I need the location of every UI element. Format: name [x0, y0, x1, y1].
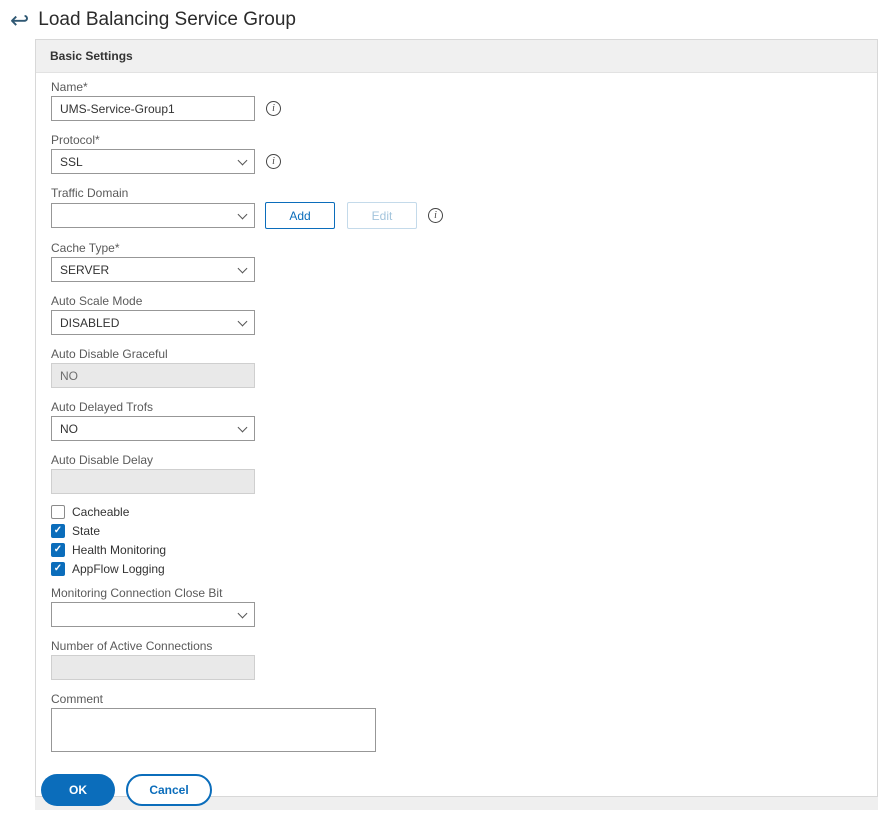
chevron-down-icon [237, 316, 248, 326]
state-checkbox[interactable]: ✓ [51, 524, 65, 538]
appflow-logging-checkbox-row: ✓ AppFlow Logging [51, 562, 877, 576]
appflow-logging-checkbox[interactable]: ✓ [51, 562, 65, 576]
chevron-down-icon [237, 155, 248, 165]
cacheable-checkbox-row: ✓ Cacheable [51, 505, 877, 519]
health-monitoring-checkbox-label: Health Monitoring [72, 543, 167, 557]
health-monitoring-checkbox-row: ✓ Health Monitoring [51, 543, 877, 557]
name-label: Name* [51, 80, 88, 94]
monitoring-connection-close-bit-select[interactable] [51, 602, 255, 627]
auto-disable-delay-input [51, 469, 255, 494]
back-arrow-icon[interactable]: ↩ [10, 9, 29, 32]
check-icon: ✓ [53, 563, 63, 574]
chevron-down-icon [237, 608, 248, 618]
auto-disable-graceful-input [51, 363, 255, 388]
cancel-button[interactable]: Cancel [126, 774, 212, 806]
auto-scale-mode-field-group: Auto Scale Mode DISABLED [51, 294, 877, 335]
check-icon: ✓ [53, 544, 63, 555]
edit-button: Edit [347, 202, 417, 229]
auto-scale-mode-label: Auto Scale Mode [51, 294, 143, 308]
number-of-active-connections-field-group: Number of Active Connections [51, 639, 877, 680]
health-monitoring-checkbox[interactable]: ✓ [51, 543, 65, 557]
auto-scale-mode-select-value: DISABLED [60, 315, 120, 330]
panel-header: Basic Settings [36, 40, 877, 73]
cache-type-field-group: Cache Type* SERVER [51, 241, 877, 282]
chevron-down-icon [237, 422, 248, 432]
auto-disable-delay-field-group: Auto Disable Delay [51, 453, 877, 494]
info-icon[interactable]: i [266, 101, 281, 116]
traffic-domain-label: Traffic Domain [51, 186, 129, 200]
auto-delayed-trofs-field-group: Auto Delayed Trofs NO [51, 400, 877, 441]
auto-disable-graceful-label: Auto Disable Graceful [51, 347, 168, 361]
chevron-down-icon [237, 263, 248, 273]
traffic-domain-field-group: Traffic Domain Add Edit i [51, 186, 877, 229]
cache-type-label: Cache Type* [51, 241, 120, 255]
add-button[interactable]: Add [265, 202, 335, 229]
cacheable-checkbox-label: Cacheable [72, 505, 130, 519]
comment-textarea[interactable] [51, 708, 376, 752]
ok-button[interactable]: OK [41, 774, 115, 806]
page-title: Load Balancing Service Group [38, 9, 296, 30]
auto-delayed-trofs-select-value: NO [60, 421, 78, 436]
info-icon[interactable]: i [428, 208, 443, 223]
auto-delayed-trofs-label: Auto Delayed Trofs [51, 400, 154, 414]
name-field-group: Name* i [51, 80, 877, 121]
monitoring-connection-close-bit-field-group: Monitoring Connection Close Bit [51, 586, 877, 627]
comment-field-group: Comment [51, 692, 877, 757]
chevron-down-icon [237, 209, 248, 219]
basic-settings-panel: Basic Settings Name* i Protocol* SSL i T… [35, 39, 878, 806]
name-input[interactable] [51, 96, 255, 121]
number-of-active-connections-input [51, 655, 255, 680]
auto-delayed-trofs-select[interactable]: NO [51, 416, 255, 441]
protocol-select[interactable]: SSL [51, 149, 255, 174]
state-checkbox-label: State [72, 524, 101, 538]
check-icon: ✓ [53, 525, 63, 536]
auto-scale-mode-select[interactable]: DISABLED [51, 310, 255, 335]
panel-title: Basic Settings [50, 49, 133, 63]
traffic-domain-select[interactable] [51, 203, 255, 228]
auto-disable-graceful-field-group: Auto Disable Graceful [51, 347, 877, 388]
comment-label: Comment [51, 692, 104, 706]
state-checkbox-row: ✓ State [51, 524, 877, 538]
checkbox-section: ✓ Cacheable ✓ State ✓ Health Monitoring … [51, 505, 877, 576]
monitoring-connection-close-bit-label: Monitoring Connection Close Bit [51, 586, 223, 600]
protocol-select-value: SSL [60, 154, 83, 169]
protocol-field-group: Protocol* SSL i [51, 133, 877, 174]
number-of-active-connections-label: Number of Active Connections [51, 639, 213, 653]
cache-type-select-value: SERVER [60, 262, 110, 277]
info-icon[interactable]: i [266, 154, 281, 169]
cache-type-select[interactable]: SERVER [51, 257, 255, 282]
appflow-logging-checkbox-label: AppFlow Logging [72, 562, 165, 576]
protocol-label: Protocol* [51, 133, 100, 147]
cacheable-checkbox[interactable]: ✓ [51, 505, 65, 519]
page-header: ↩ Load Balancing Service Group [0, 0, 878, 39]
auto-disable-delay-label: Auto Disable Delay [51, 453, 154, 467]
